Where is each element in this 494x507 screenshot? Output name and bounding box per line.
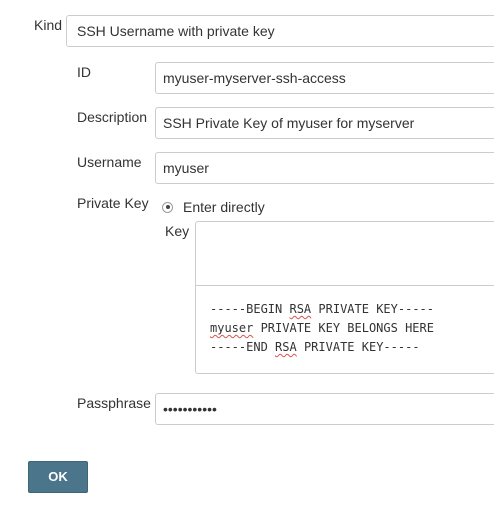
description-field[interactable]: SSH Private Key of myuser for myserver	[155, 107, 494, 139]
private-key-label: Private Key	[77, 195, 149, 211]
passphrase-label: Passphrase	[77, 395, 151, 411]
key-end-prefix: -----END	[210, 340, 276, 354]
kind-select[interactable]: SSH Username with private key	[66, 15, 494, 47]
enter-directly-label: Enter directly	[183, 199, 265, 215]
key-end-suffix: PRIVATE KEY-----	[296, 340, 420, 354]
key-body-suffix: PRIVATE KEY BELONGS HERE	[253, 321, 434, 335]
passphrase-field[interactable]: •••••••••••	[155, 393, 494, 425]
key-begin-rsa: RSA	[289, 302, 312, 316]
key-textarea-top-region	[196, 222, 494, 286]
id-field-value: myuser-myserver-ssh-access	[163, 70, 346, 86]
enter-directly-radio[interactable]	[162, 201, 173, 213]
description-label: Description	[77, 109, 148, 125]
username-label: Username	[77, 154, 142, 170]
ok-button[interactable]: OK	[28, 461, 88, 493]
kind-select-value: SSH Username with private key	[77, 23, 275, 39]
key-begin-suffix: PRIVATE KEY-----	[311, 302, 434, 316]
enter-directly-option[interactable]: Enter directly	[162, 199, 265, 215]
key-begin-prefix: -----BEGIN	[210, 302, 290, 316]
passphrase-field-value: •••••••••••	[163, 401, 217, 417]
description-field-value: SSH Private Key of myuser for myserver	[163, 115, 415, 131]
key-label: Key	[165, 223, 190, 239]
username-field[interactable]: myuser	[155, 152, 494, 184]
username-field-value: myuser	[163, 160, 209, 176]
private-key-text: -----BEGIN RSA PRIVATE KEY----- myuser P…	[210, 300, 434, 357]
kind-label: Kind	[34, 17, 63, 33]
key-end-rsa: RSA	[275, 340, 297, 354]
id-field[interactable]: myuser-myserver-ssh-access	[155, 62, 494, 94]
private-key-textarea[interactable]: -----BEGIN RSA PRIVATE KEY----- myuser P…	[195, 221, 494, 374]
id-label: ID	[77, 64, 91, 80]
key-body-user: myuser	[210, 321, 254, 335]
